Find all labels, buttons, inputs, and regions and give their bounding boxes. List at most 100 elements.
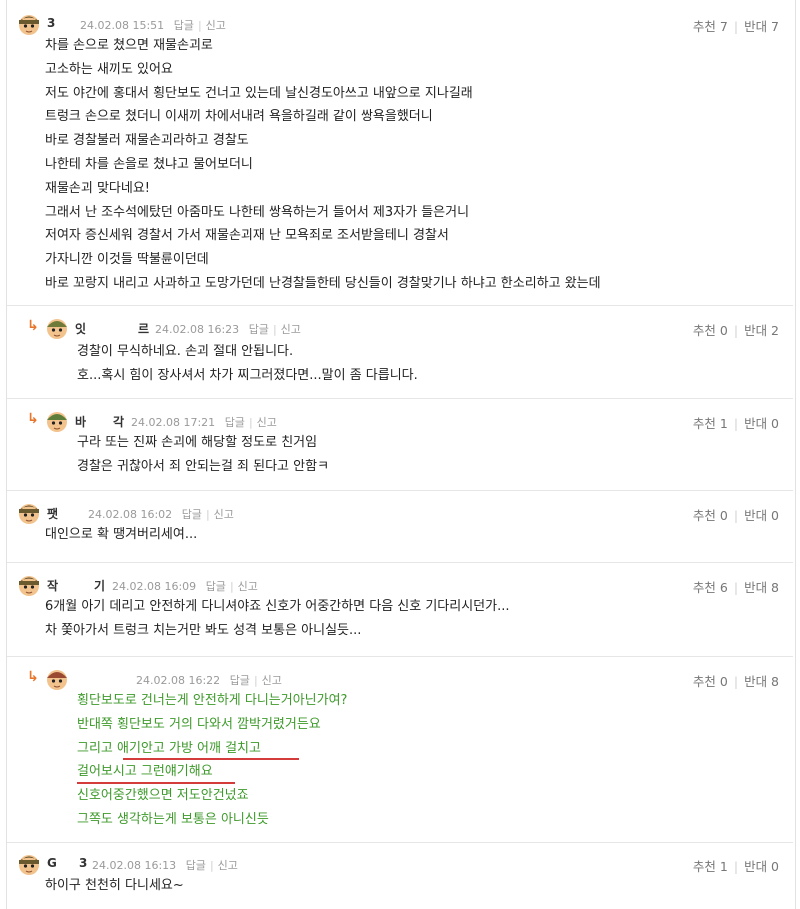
reply-link[interactable]: 답글 <box>206 580 226 593</box>
comment-date: 24.02.08 16:22 <box>136 674 221 687</box>
meta-divider: | <box>248 416 253 429</box>
comment-line: 바로 꼬랑지 내리고 사과하고 도망가던데 난경찰들한테 당신들이 경찰맞기나 … <box>45 275 601 291</box>
comment-meta: 24.02.08 15:51 답글 | 신고 <box>80 17 226 33</box>
downvote-button[interactable]: 반대 0 <box>744 508 779 523</box>
avatar-icon[interactable] <box>17 852 41 876</box>
vote-box: 추천 1 | 반대 0 <box>693 856 779 875</box>
comment-line: 호...혹시 힘이 장사셔서 차가 찌그러졌다면...말이 좀 다릅니다. <box>77 367 418 383</box>
comment-reply: ↳ 잇 르 24.02.08 16:23 답글 | 신고 추천 0 | 반대 2 경찰이… <box>7 316 793 392</box>
comment-line: 저여자 증신세워 경찰서 가서 재물손괴재 난 모욕죄로 조서받을테니 경찰서 <box>45 228 449 244</box>
upvote-button[interactable]: 추천 7 <box>693 19 728 34</box>
comment-line: 차를 손으로 쳤으면 재물손괴로 <box>45 38 213 53</box>
vote-divider: | <box>733 580 739 595</box>
report-link[interactable]: 신고 <box>214 508 234 521</box>
comment-line: 나한테 차를 손을로 쳤냐고 물어보더니 <box>45 156 253 172</box>
comment-line: 6개월 아기 데리고 안전하게 다니셔야죠 신호가 어중간하면 다음 신호 기다… <box>45 599 510 614</box>
reply-link[interactable]: 답글 <box>225 416 245 429</box>
comment-divider <box>7 490 793 491</box>
upvote-button[interactable]: 추천 0 <box>693 323 728 338</box>
comment-line: 가자니깐 이것들 딱불륜이던데 <box>45 252 209 268</box>
nickname-suffix[interactable]: 각 <box>113 413 124 430</box>
downvote-button[interactable]: 반대 7 <box>744 19 779 34</box>
nickname-suffix[interactable]: 3 <box>79 856 87 870</box>
reply-link[interactable]: 답글 <box>230 674 250 687</box>
report-link[interactable]: 신고 <box>206 19 226 32</box>
comment-reply: ↳ 바 각 24.02.08 17:21 답글 | 신고 추천 1 | 반대 0 구라 … <box>7 409 793 485</box>
comment-line: 경찰이 무식하네요. 손괴 절대 안됩니다. <box>77 344 294 359</box>
comment-line: 저도 야간에 홍대서 횡단보도 건너고 있는데 날신경도아쓰고 내앞으로 지나길… <box>45 85 473 101</box>
comment-line: 트렁크 손으로 쳤더니 이새끼 차에서내려 욕을하길래 같이 쌍욕을했더니 <box>45 109 433 125</box>
report-link[interactable]: 신고 <box>281 323 301 336</box>
vote-box: 추천 0 | 반대 0 <box>693 505 779 524</box>
nickname-suffix[interactable]: 기 <box>94 577 105 594</box>
nickname[interactable]: 바 <box>75 413 86 430</box>
vote-box: 추천 7 | 반대 7 <box>693 16 779 35</box>
comment-body: 하이구 천천히 다니세요~ <box>45 874 184 898</box>
comment-line: 신호어중간했으면 저도안건넜죠 <box>77 788 249 804</box>
avatar-icon[interactable] <box>45 316 69 340</box>
downvote-button[interactable]: 반대 0 <box>744 416 779 431</box>
comment-line: 그리고 애기안고 가방 어깨 걸치고 <box>77 740 261 756</box>
reply-link[interactable]: 답글 <box>182 508 202 521</box>
comment-line: 그래서 난 조수석에탔던 아줌마도 나한테 쌍욕하는거 들어서 제3자가 들은거… <box>45 204 470 220</box>
comment-date: 24.02.08 16:09 <box>112 580 197 593</box>
avatar-icon[interactable] <box>17 501 41 525</box>
upvote-button[interactable]: 추천 6 <box>693 580 728 595</box>
comment-meta: 24.02.08 16:22 답글 | 신고 <box>136 672 282 688</box>
reply-link[interactable]: 답글 <box>249 323 269 336</box>
avatar-icon[interactable] <box>45 667 69 691</box>
reply-arrow-icon: ↳ <box>27 411 39 427</box>
meta-divider: | <box>229 580 234 593</box>
comment-body: 차를 손으로 쳤으면 재물손괴로 고소하는 새끼도 있어요 저도 야간에 홍대서… <box>45 34 601 296</box>
meta-divider: | <box>272 323 277 336</box>
downvote-button[interactable]: 반대 0 <box>744 859 779 874</box>
avatar-icon[interactable] <box>45 409 69 433</box>
nickname[interactable]: 잇 <box>75 320 86 337</box>
comment-line: 구라 또는 진짜 손괴에 해당할 정도로 친거임 <box>77 435 318 450</box>
downvote-button[interactable]: 반대 2 <box>744 323 779 338</box>
upvote-button[interactable]: 추천 0 <box>693 674 728 689</box>
downvote-button[interactable]: 반대 8 <box>744 580 779 595</box>
reply-link[interactable]: 답글 <box>186 859 206 872</box>
downvote-button[interactable]: 반대 8 <box>744 674 779 689</box>
comment-body: 대인으로 확 땡겨버리세여... <box>45 523 197 547</box>
nickname-suffix[interactable]: 르 <box>138 320 149 337</box>
nickname[interactable]: G <box>47 856 57 870</box>
comment: G 3 24.02.08 16:13 답글 | 신고 추천 1 | 반대 0 하이구 천… <box>7 852 793 902</box>
report-link[interactable]: 신고 <box>257 416 277 429</box>
avatar-icon[interactable] <box>17 573 41 597</box>
report-link[interactable]: 신고 <box>218 859 238 872</box>
avatar-icon[interactable] <box>17 12 41 36</box>
vote-box: 추천 0 | 반대 2 <box>693 320 779 339</box>
comment-line: 반대쪽 횡단보도 거의 다와서 깜박거렸거든요 <box>77 716 321 732</box>
nickname[interactable]: 작 <box>47 577 58 594</box>
report-link[interactable]: 신고 <box>238 580 258 593</box>
comment: 작 기 24.02.08 16:09 답글 | 신고 추천 6 | 반대 8 6개월 아… <box>7 573 793 649</box>
comment-divider <box>7 656 793 657</box>
comment: 3 24.02.08 15:51 답글 | 신고 추천 7 | 반대 7 차를 손으로 … <box>7 12 793 302</box>
comment-line: 그쪽도 생각하는게 보통은 아니신듯 <box>77 811 269 827</box>
nickname[interactable]: 팻 <box>47 505 58 522</box>
vote-box: 추천 0 | 반대 8 <box>693 671 779 690</box>
nickname[interactable]: 3 <box>47 16 55 30</box>
vote-divider: | <box>733 416 739 431</box>
reply-arrow-icon: ↳ <box>27 318 39 334</box>
upvote-button[interactable]: 추천 0 <box>693 508 728 523</box>
comment-header: ↳ 잇 르 24.02.08 16:23 답글 | 신고 추천 0 | 반대 2 <box>7 316 793 342</box>
comment-line: 바로 경찰불러 재물손괴라하고 경찰도 <box>45 133 249 149</box>
report-link[interactable]: 신고 <box>262 674 282 687</box>
comment-meta: 24.02.08 16:09 답글 | 신고 <box>112 578 258 594</box>
comment-meta: 24.02.08 16:02 답글 | 신고 <box>88 506 234 522</box>
vote-divider: | <box>733 19 739 34</box>
reply-arrow-icon: ↳ <box>27 669 39 685</box>
comment-line: 대인으로 확 땡겨버리세여... <box>45 527 198 542</box>
comment-body: 6개월 아기 데리고 안전하게 다니셔야죠 신호가 어중간하면 다음 신호 기다… <box>45 595 510 643</box>
meta-divider: | <box>253 674 258 687</box>
comment-meta: 24.02.08 17:21 답글 | 신고 <box>131 414 277 430</box>
upvote-button[interactable]: 추천 1 <box>693 859 728 874</box>
comment-meta: 24.02.08 16:13 답글 | 신고 <box>92 857 238 873</box>
comment-divider <box>7 398 793 399</box>
reply-link[interactable]: 답글 <box>174 19 194 32</box>
comment-body: 횡단보도로 건너는게 안전하게 다니는거아닌가여? 반대쪽 횡단보도 거의 다와… <box>77 689 347 832</box>
upvote-button[interactable]: 추천 1 <box>693 416 728 431</box>
